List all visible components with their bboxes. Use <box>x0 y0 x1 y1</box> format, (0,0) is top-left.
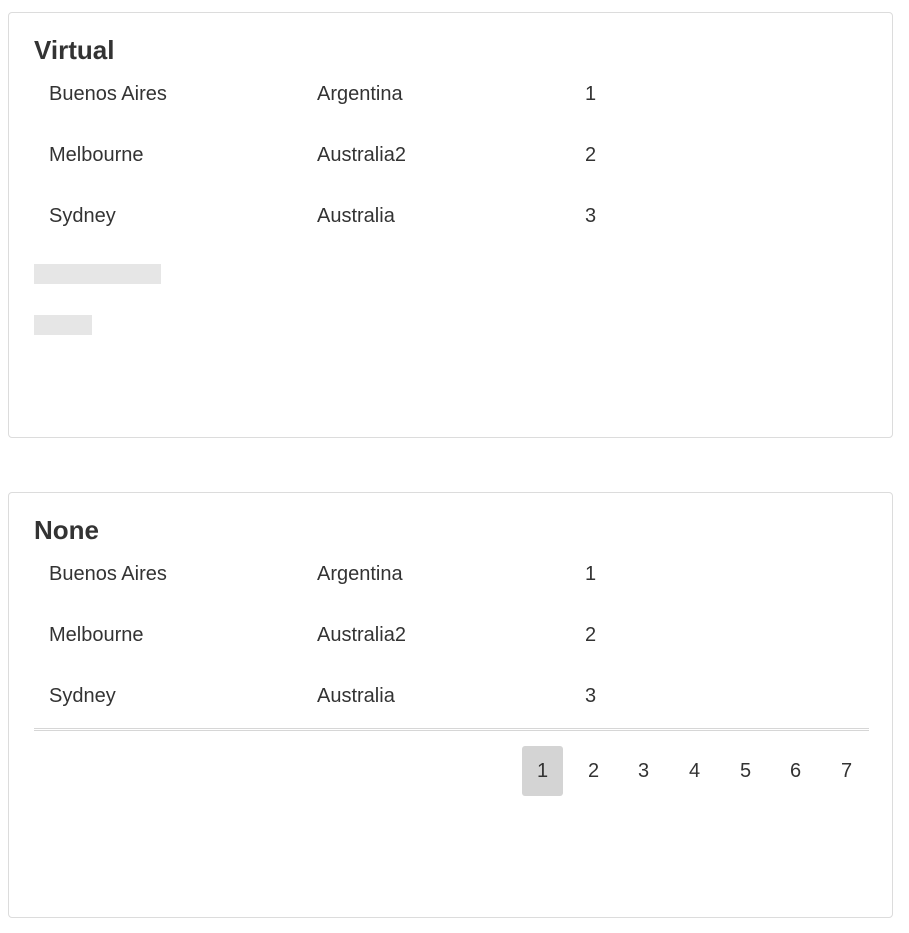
table-row[interactable]: Sydney Australia 3 <box>34 671 869 732</box>
page-button-5[interactable]: 5 <box>725 746 766 796</box>
city-cell: Buenos Aires <box>49 563 167 585</box>
city-cell: Buenos Aires <box>49 83 167 105</box>
virtual-grid-panel: Virtual Buenos Aires Argentina 1 Melbour… <box>8 12 893 438</box>
country-cell: Australia2 <box>317 144 406 166</box>
loading-placeholder <box>34 264 161 284</box>
country-cell: Australia2 <box>317 624 406 646</box>
loading-placeholder <box>34 315 92 335</box>
page-button-2[interactable]: 2 <box>573 746 614 796</box>
country-cell: Australia <box>317 205 395 227</box>
id-cell: 2 <box>585 624 597 646</box>
table-row[interactable]: Melbourne Australia2 2 <box>34 610 869 671</box>
table-row[interactable]: Buenos Aires Argentina 1 <box>34 69 869 130</box>
none-grid-panel: None Buenos Aires Argentina 1 Melbourne … <box>8 492 893 918</box>
city-cell: Melbourne <box>49 144 144 166</box>
city-cell: Melbourne <box>49 624 144 646</box>
id-cell: 3 <box>585 685 597 707</box>
city-cell: Sydney <box>49 685 116 707</box>
page-button-1[interactable]: 1 <box>522 746 563 796</box>
id-cell: 1 <box>585 563 597 585</box>
virtual-grid-title: Virtual <box>34 35 115 65</box>
table-row[interactable]: Melbourne Australia2 2 <box>34 130 869 191</box>
id-cell: 3 <box>585 205 597 227</box>
page-button-4[interactable]: 4 <box>674 746 715 796</box>
pager-divider <box>34 728 869 731</box>
table-row[interactable]: Buenos Aires Argentina 1 <box>34 549 869 610</box>
country-cell: Argentina <box>317 83 403 105</box>
page-button-6[interactable]: 6 <box>775 746 816 796</box>
page-button-3[interactable]: 3 <box>623 746 664 796</box>
id-cell: 2 <box>585 144 597 166</box>
virtual-grid: Buenos Aires Argentina 1 Melbourne Austr… <box>34 69 869 252</box>
table-row[interactable]: Sydney Australia 3 <box>34 191 869 252</box>
none-grid: Buenos Aires Argentina 1 Melbourne Austr… <box>34 549 869 732</box>
none-grid-title: None <box>34 515 99 545</box>
country-cell: Argentina <box>317 563 403 585</box>
id-cell: 1 <box>585 83 597 105</box>
city-cell: Sydney <box>49 205 116 227</box>
country-cell: Australia <box>317 685 395 707</box>
page-button-7[interactable]: 7 <box>826 746 867 796</box>
